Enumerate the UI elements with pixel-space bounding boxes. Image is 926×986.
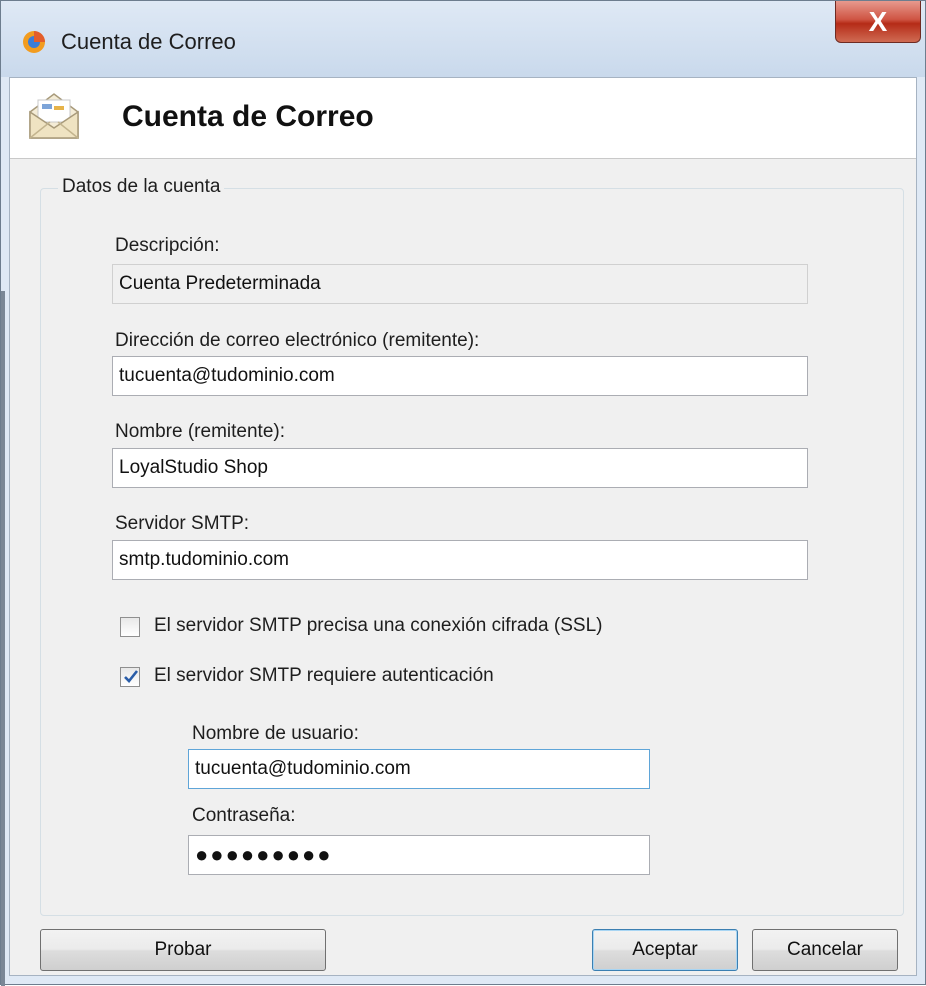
header-title: Cuenta de Correo xyxy=(122,100,374,133)
email-field[interactable]: tucuenta@tudominio.com xyxy=(112,356,808,396)
dialog-window: Cuenta de Correo X Cuenta de Correo Dato… xyxy=(0,0,926,986)
test-button[interactable]: Probar xyxy=(40,929,326,971)
description-label: Descripción: xyxy=(115,235,220,256)
ssl-checkbox-label[interactable]: El servidor SMTP precisa una conexión ci… xyxy=(154,615,602,637)
username-label: Nombre de usuario: xyxy=(192,723,359,744)
title-bar[interactable]: Cuenta de Correo X xyxy=(1,1,925,77)
description-field: Cuenta Predeterminada xyxy=(112,264,808,304)
dialog-header: Cuenta de Correo xyxy=(10,78,916,159)
group-legend: Datos de la cuenta xyxy=(58,176,225,198)
email-label: Dirección de correo electrónico (remiten… xyxy=(115,330,480,351)
close-button[interactable]: X xyxy=(835,1,921,43)
sender-name-label: Nombre (remitente): xyxy=(115,421,285,442)
smtp-server-label: Servidor SMTP: xyxy=(115,513,250,534)
check-icon xyxy=(124,670,139,683)
password-label: Contraseña: xyxy=(192,805,296,826)
cancel-button[interactable]: Cancelar xyxy=(752,929,898,971)
window-edge xyxy=(1,291,5,986)
auth-checkbox[interactable] xyxy=(120,667,140,687)
window-title: Cuenta de Correo xyxy=(61,29,236,54)
envelope-icon xyxy=(29,93,79,139)
ok-button[interactable]: Aceptar xyxy=(592,929,738,971)
username-field[interactable]: tucuenta@tudominio.com xyxy=(188,749,650,789)
sender-name-field[interactable]: LoyalStudio Shop xyxy=(112,448,808,488)
password-field[interactable]: ●●●●●●●●● xyxy=(188,835,650,875)
close-icon: X xyxy=(868,5,888,37)
ssl-checkbox[interactable] xyxy=(120,617,140,637)
smtp-server-field[interactable]: smtp.tudominio.com xyxy=(112,540,808,580)
app-icon xyxy=(23,31,45,53)
dialog-body: Cuenta de Correo Datos de la cuenta Desc… xyxy=(9,77,917,976)
auth-checkbox-label[interactable]: El servidor SMTP requiere autenticación xyxy=(154,665,494,687)
